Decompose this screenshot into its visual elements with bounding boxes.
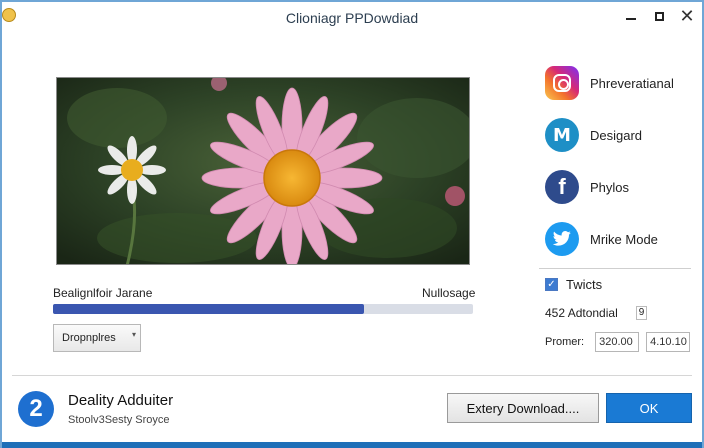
progress-status: Nullosage bbox=[422, 286, 476, 300]
download-button[interactable]: Extery Download.... bbox=[447, 393, 599, 423]
social-label: Phreveratianal bbox=[590, 75, 674, 91]
dropdown-caret-icon: ▾ bbox=[131, 330, 136, 339]
promer-row: Promer: 320.00 4.10.10 bbox=[545, 332, 691, 352]
progress-label: Bealignlfoir Jarane bbox=[53, 286, 153, 300]
options-dropdown[interactable]: Dropnplres ▾ bbox=[53, 324, 141, 352]
progress-fill bbox=[53, 304, 364, 314]
social-item-m[interactable]: M Desigard bbox=[545, 118, 642, 152]
footer-divider bbox=[12, 375, 692, 376]
checkbox-label: Twicts bbox=[566, 277, 603, 292]
footer-title: Deality Adduiter bbox=[68, 392, 174, 409]
social-item-facebook[interactable]: f Phylos bbox=[545, 170, 629, 204]
minimize-button[interactable] bbox=[616, 5, 646, 27]
minimize-icon bbox=[626, 18, 636, 20]
footer-subtitle: Stoolv3Sesty Sroyce bbox=[68, 414, 170, 426]
promer-field-2[interactable]: 4.10.10 bbox=[646, 332, 691, 352]
progress-bar bbox=[53, 304, 473, 314]
twitter-icon bbox=[545, 222, 579, 256]
taskbar-strip bbox=[2, 442, 702, 448]
promer-label: Promer: bbox=[545, 336, 585, 348]
facebook-icon: f bbox=[545, 170, 579, 204]
step-badge: 2 bbox=[18, 391, 54, 427]
close-icon: ✕ bbox=[679, 5, 695, 27]
social-label: Phylos bbox=[590, 179, 630, 195]
m-icon: M bbox=[545, 118, 579, 152]
app-window: Clioniagr PPDowdiad ✕ Bealignlfoir Jaran… bbox=[0, 0, 704, 448]
ok-button[interactable]: OK bbox=[606, 393, 692, 423]
window-title: Clioniagr PPDowdiad bbox=[285, 10, 419, 26]
flower-photo bbox=[57, 78, 469, 264]
count-badge: 9 bbox=[635, 306, 648, 320]
count-row: 452 Adtondial 9 bbox=[545, 306, 648, 320]
instagram-icon bbox=[545, 66, 579, 100]
image-preview bbox=[56, 77, 470, 265]
social-label: Mrike Mode bbox=[590, 231, 658, 247]
promer-field-1[interactable]: 320.00 bbox=[595, 332, 640, 352]
twicts-checkbox-row[interactable]: ✓ Twicts bbox=[545, 277, 602, 292]
social-label: Desigard bbox=[590, 127, 643, 143]
maximize-icon bbox=[654, 11, 664, 21]
social-item-instagram[interactable]: Phreveratianal bbox=[545, 66, 674, 100]
checkbox-checked-icon[interactable]: ✓ bbox=[545, 278, 558, 291]
close-button[interactable]: ✕ bbox=[670, 5, 702, 27]
divider bbox=[539, 268, 691, 269]
dropdown-value: Dropnplres bbox=[62, 332, 116, 344]
count-label: 452 Adtondial bbox=[545, 306, 618, 320]
title-bar: Clioniagr PPDowdiad ✕ bbox=[2, 2, 702, 34]
social-item-twitter[interactable]: Mrike Mode bbox=[545, 222, 658, 256]
